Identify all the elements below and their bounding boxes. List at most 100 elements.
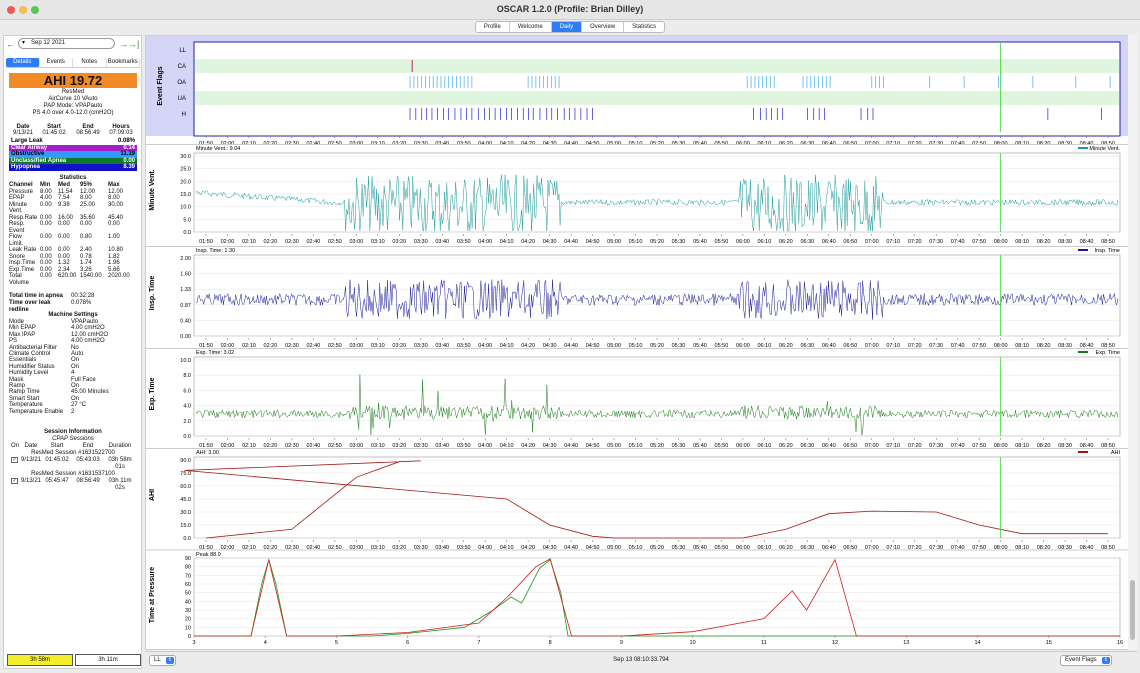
plot-area[interactable] [193,356,1121,437]
graph-scrollbar[interactable] [1128,35,1137,650]
graph-title: Time at Pressure [149,567,156,623]
time-tick-label: 04:20 [521,239,535,245]
session-duration: 03h 11m 02s [108,478,132,491]
session-start: 05:45:47 [45,478,69,484]
graph-header: Peak 88.9 [196,552,221,558]
stat-cell [58,280,80,287]
statistics-title: Statistics [59,175,87,181]
plot-area[interactable] [193,152,1121,233]
summary-hours: 07:09:03 [109,130,133,136]
session-row[interactable]: ✓ 9/13/21 01:45:02 05:43:03 03h 58m 01s [9,457,137,471]
y-tick-label: 40 [185,599,191,605]
graph-header: Insp. Time: 1.30 [196,248,235,254]
session-start: 01:45:02 [45,457,69,463]
flag-row-label: OA [177,80,186,86]
cursor-time: Sep 13 08:10:33.794 [613,657,669,663]
tab-notes[interactable]: Notes [73,58,107,67]
date-picker[interactable]: ▾ Sep 12 2021 [18,38,115,49]
session-header: End [82,443,94,449]
tab-profile[interactable]: Profile [476,22,510,32]
setting-name: Temperature Enable [9,408,64,415]
y-tick-label: 1.33 [180,287,191,293]
time-tick-label: 05:10 [629,239,643,245]
daily-graphs[interactable]: Event Flags LL CA OA UA H 01:50 02:00 02:10 02:20… [146,36,1137,650]
chevron-down-icon: ▾ [22,40,26,46]
y-tick-label: 15.0 [180,192,191,198]
event-flags-plot[interactable] [193,41,1121,137]
time-tick-label: 08:40 [1080,239,1094,245]
x-tick-label: 6 [406,640,409,646]
time-tick-label: 06:40 [822,239,836,245]
x-tick-label: 4 [264,640,267,646]
time-tick-label: 01:50 [199,239,213,245]
date-value: Sep 12 2021 [31,40,66,46]
session-2-button[interactable]: 3h 11m [75,654,141,666]
y-tick-label: 75.0 [180,471,191,477]
y-tick-label: 30.0 [180,154,191,160]
next-day-button[interactable]: → [119,38,128,50]
session-checkbox[interactable]: ✓ [11,457,18,463]
tab-statistics[interactable]: Statistics [624,22,664,32]
flag-row-label: UA [178,96,186,102]
y-tick-label: 1.60 [180,272,191,278]
session-1-button[interactable]: 3h 58m [7,654,73,666]
setting-row: Temperature Enable 2 [9,409,137,415]
setting-value: 2 [71,408,75,415]
tab-events[interactable]: Events [40,58,73,67]
event-flags-select[interactable]: Event Flags ⇕ [1060,655,1112,666]
y-tick-label: 10 [185,625,191,631]
machine-settings-rows: Mode VPAPauto Min EPAP 4.00 cmH2O Max IPAP 12… [9,319,137,415]
y-tick-label: 45.0 [180,497,191,503]
flag-row-band [195,91,1119,105]
device-mode: PAP Mode: VPAPauto [43,103,103,109]
session-row[interactable]: ✓ 9/13/21 05:45:47 08:56:49 03h 11m 02s [9,478,137,492]
tab-details[interactable]: Details [6,58,40,67]
scrollbar-thumb[interactable] [1130,580,1135,640]
graph-title: Minute Vent. [149,169,156,210]
time-tick-label: 06:00 [736,239,750,245]
time-tick-label: 07:40 [951,239,965,245]
tab-bookmarks[interactable]: Bookmarks [107,58,140,67]
last-day-button[interactable]: →| [128,38,139,50]
tab-welcome[interactable]: Welcome [510,22,552,32]
y-tick-label: 90 [185,556,191,562]
stat-row: Volume [9,280,137,287]
time-tick-label: 03:40 [435,239,449,245]
tab-daily[interactable]: Daily [551,22,583,32]
time-tick-label: 05:20 [650,239,664,245]
summary-date: 9/13/21 [12,130,34,136]
left-panel: ← ▾ Sep 12 2021 → →| Details Events Notes B… [3,35,142,669]
x-tick-label: 14 [974,640,980,646]
tab-group: Profile Welcome Daily Overview Statistics [474,21,666,33]
time-tick-label: 06:10 [757,239,771,245]
status-bar: LL ⇕ Sep 13 08:10:33.794 Event Flags ⇕ [145,651,1137,669]
y-tick-label: 20.0 [180,179,191,185]
stat-cell: Volume [9,279,30,286]
prev-day-button[interactable]: ← [6,38,15,50]
time-tick-label: 03:20 [392,239,406,245]
apnea-label: Total time in apnea [9,293,63,299]
plot-area[interactable] [193,557,1121,637]
device-model: AirCurve 10 VAuto [48,96,98,102]
device-pressure: PS 4.0 over 4.0-12.0 (cmH2O) [32,110,114,116]
session-end: 05:43:03 [76,457,100,463]
y-tick-label: 4.0 [183,404,191,410]
session-checkbox[interactable]: ✓ [11,478,18,484]
time-tick-label: 02:30 [285,239,299,245]
graph-title: AHI [149,489,156,501]
time-tick-label: 08:50 [1101,239,1115,245]
session-list: ResMed Session #1631522700 ✓ 9/13/21 01:45:… [9,450,137,492]
plot-area[interactable] [193,456,1121,539]
session-end: 08:56:49 [76,478,100,484]
y-tick-label: 30 [185,608,191,614]
time-tick-label: 03:00 [349,239,363,245]
time-tick-label: 05:50 [715,239,729,245]
tab-overview[interactable]: Overview [582,22,625,32]
device-info: ResMed AirCurve 10 VAuto PAP Mode: VPAPa… [9,89,137,117]
statistics-table: Statistics Channel Min Med 95% Max Pressure 8… [9,175,137,286]
flag-row-label: CA [178,64,186,70]
event-indices: Large Leak 0.08% Clear Airway 0.14 Obstructi… [9,138,137,171]
session-list-header: On Date Start End Duration [9,443,137,450]
y-tick-label: 10.0 [180,358,191,364]
select-arrow-icon: ⇕ [1101,657,1110,664]
